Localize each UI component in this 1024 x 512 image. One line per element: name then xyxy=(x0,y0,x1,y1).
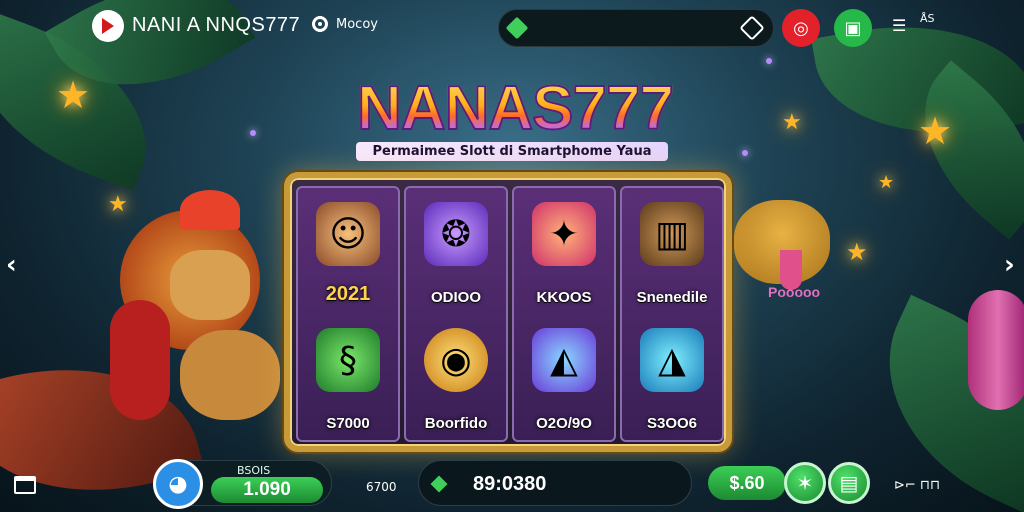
creature-label: Pooooo xyxy=(768,284,821,300)
target-icon xyxy=(312,16,328,32)
symbol-label: 2021 xyxy=(325,283,371,305)
symbol-label: ODIOO xyxy=(430,289,481,306)
game-subtitle: Permaimee Slott di Smartphome Yaua xyxy=(356,142,668,161)
center-counter: 89:0380 xyxy=(418,460,692,506)
sparkle xyxy=(766,58,772,64)
gold-coin-icon: ◉ xyxy=(424,328,488,392)
status-label: ÅS xyxy=(920,12,935,25)
hamburger-menu-icon[interactable]: ☰ xyxy=(892,16,906,35)
small-value: 6700 xyxy=(366,480,397,494)
sparkle xyxy=(250,130,256,136)
reel-symbol[interactable]: ◉ Boorfido xyxy=(410,318,502,438)
game-title: NANAS777 xyxy=(322,73,708,144)
barrel-icon: ▥ xyxy=(640,202,704,266)
star-icon: ★ xyxy=(918,109,953,153)
chat-button[interactable]: ▣ xyxy=(834,9,872,47)
symbol-label: Boorfido xyxy=(424,415,488,432)
pink-pipe xyxy=(968,290,1024,410)
reel-symbol[interactable]: § S7000 xyxy=(302,318,394,438)
search-bar[interactable] xyxy=(498,9,774,47)
reel-symbol[interactable]: ❂ ODIOO xyxy=(410,192,502,312)
autoplay-button[interactable]: ▤ xyxy=(828,462,870,504)
star-icon: ★ xyxy=(56,73,91,117)
balance-panel: ◕ BSOIS 1.090 xyxy=(153,459,332,509)
reel-symbol[interactable]: ✦ KKOOS xyxy=(518,192,610,312)
gem-icon xyxy=(430,475,448,493)
lion-character xyxy=(110,190,280,450)
fish-creature-icon: ❂ xyxy=(424,202,488,266)
symbol-label: KKOOS xyxy=(536,289,592,306)
symbol-label: Snenedile xyxy=(636,289,708,306)
reel-3: ✦ KKOOS ◭ O2O/9O xyxy=(512,186,616,442)
scroll-icon: ✦ xyxy=(532,202,596,266)
star-icon: ★ xyxy=(782,110,802,135)
symbol-label: S7000 xyxy=(326,415,370,432)
symbol-label: O2O/9O xyxy=(536,415,592,432)
reel-1: ☺ 2021 § S7000 xyxy=(296,186,400,442)
next-arrow-icon[interactable]: › xyxy=(1004,250,1015,280)
notification-button[interactable]: ◎ xyxy=(782,9,820,47)
dolphin-icon: ◭ xyxy=(532,328,596,392)
bet-amount-button[interactable]: $.60 xyxy=(708,466,786,500)
balance-value: 1.090 xyxy=(211,477,323,503)
brand-name: NANI A NNQS777 xyxy=(132,14,301,36)
avatar[interactable]: ◕ xyxy=(153,459,203,509)
top-bar: NANI A NNQS777 Mocoy ◎ ▣ ☰ ÅS xyxy=(0,0,1024,52)
star-icon: ✶ xyxy=(796,471,814,495)
bell-icon: ◎ xyxy=(793,17,809,39)
reel-symbol[interactable]: ◭ O2O/9O xyxy=(518,318,610,438)
footer-text: ⊳⌐ ⊓⊓ xyxy=(894,478,941,493)
diamond-search-icon[interactable] xyxy=(739,15,765,41)
counter-value: 89:0380 xyxy=(473,473,547,495)
gem-icon xyxy=(505,16,529,40)
reel-2: ❂ ODIOO ◉ Boorfido xyxy=(404,186,508,442)
reel-symbol[interactable]: ☺ 2021 xyxy=(302,192,394,312)
balance-caption: BSOIS xyxy=(237,464,271,477)
boy-face-icon: ☺ xyxy=(316,202,380,266)
star-icon: ★ xyxy=(846,238,868,266)
shoe-icon: ◮ xyxy=(640,328,704,392)
reel-4: ▥ Snenedile ◮ S3OO6 xyxy=(620,186,724,442)
menu-button[interactable]: Mocoy xyxy=(312,16,378,32)
slot-machine-frame: ☺ 2021 § S7000 ❂ ODIOO ◉ Boorfido ✦ KKOO… xyxy=(284,172,732,452)
cards-icon[interactable] xyxy=(14,476,36,494)
logo-icon[interactable] xyxy=(92,10,124,42)
sparkle xyxy=(742,150,748,156)
reel-symbol[interactable]: ◮ S3OO6 xyxy=(626,318,718,438)
previous-arrow-icon[interactable]: ‹ xyxy=(6,250,17,280)
menu-label: Mocoy xyxy=(336,16,378,32)
spin-button[interactable]: ✶ xyxy=(784,462,826,504)
book-icon: ▤ xyxy=(839,471,859,495)
reel-symbol[interactable]: ▥ Snenedile xyxy=(626,192,718,312)
chat-icon: ▣ xyxy=(844,17,862,39)
symbol-label: S3OO6 xyxy=(646,415,698,432)
snake-icon: § xyxy=(316,328,380,392)
star-icon: ★ xyxy=(878,172,895,193)
